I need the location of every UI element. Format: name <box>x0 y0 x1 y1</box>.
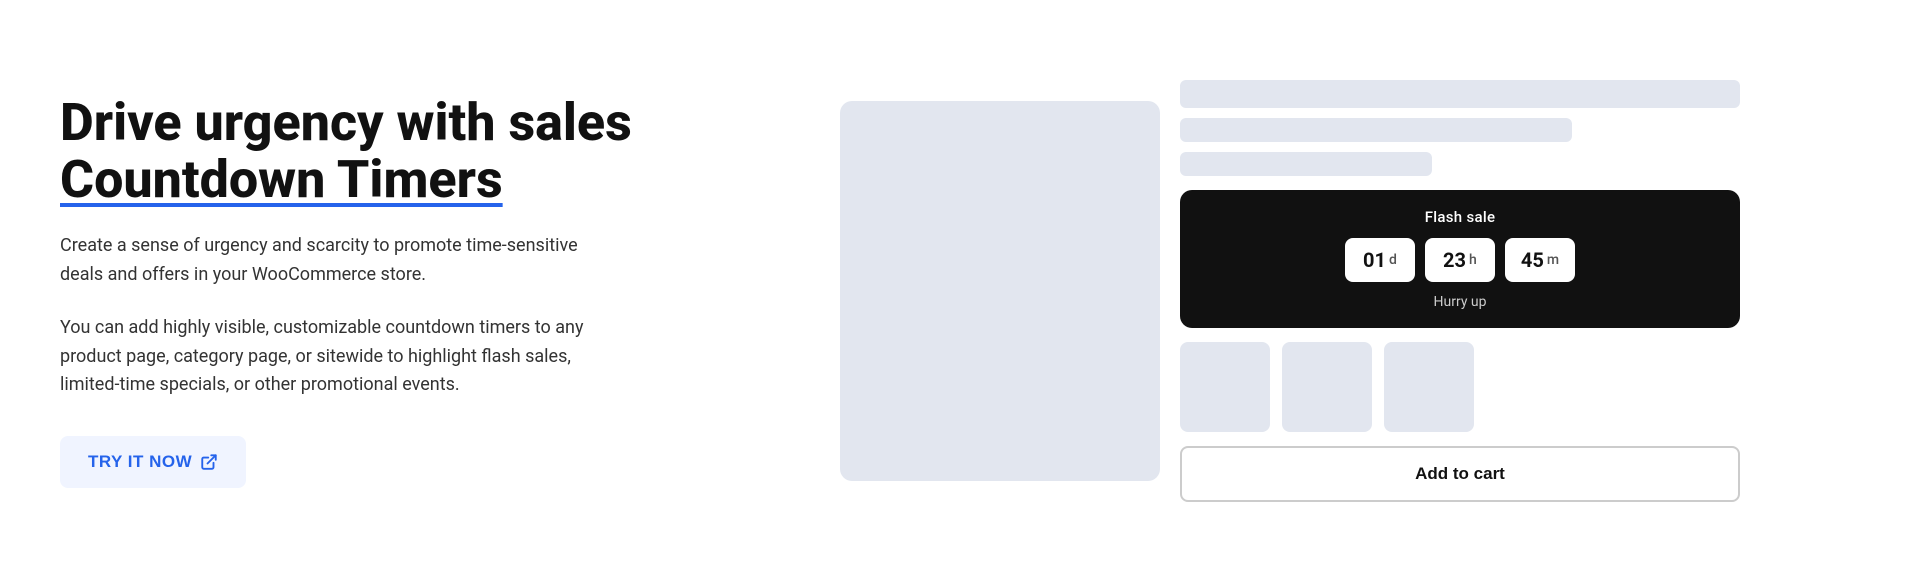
thumbnail-1 <box>1180 342 1270 432</box>
detail-bar-rating <box>1180 152 1432 176</box>
thumbnail-3 <box>1384 342 1474 432</box>
detail-bar-price <box>1180 118 1572 142</box>
try-button-label: TRY IT NOW <box>88 452 192 472</box>
timer-days-unit: d <box>1389 252 1397 268</box>
timer-hours-block: 23 h <box>1425 238 1495 282</box>
description-1: Create a sense of urgency and scarcity t… <box>60 232 620 290</box>
detail-bar-title <box>1180 80 1740 108</box>
external-link-icon <box>200 453 218 471</box>
timer-hours-unit: h <box>1469 252 1477 268</box>
timer-hours-value: 23 <box>1443 248 1466 272</box>
title-line1: Drive urgency with sales <box>60 92 632 153</box>
page-title: Drive urgency with sales Countdown Timer… <box>60 94 760 208</box>
title-line2: Countdown Timers <box>60 149 503 210</box>
left-panel: Drive urgency with sales Countdown Timer… <box>60 94 760 488</box>
thumbnail-row <box>1180 342 1474 432</box>
product-image-placeholder <box>840 101 1160 481</box>
timer-minutes-value: 45 <box>1521 248 1544 272</box>
hurry-up-text: Hurry up <box>1434 294 1487 310</box>
try-it-now-button[interactable]: TRY IT NOW <box>60 436 246 488</box>
timer-blocks: 01 d 23 h 45 m <box>1345 238 1575 282</box>
timer-days-block: 01 d <box>1345 238 1415 282</box>
timer-days-value: 01 <box>1363 248 1386 272</box>
thumbnail-2 <box>1282 342 1372 432</box>
timer-minutes-block: 45 m <box>1505 238 1575 282</box>
right-panel: Flash sale 01 d 23 h 45 m Hurry up <box>840 80 1740 502</box>
flash-sale-widget: Flash sale 01 d 23 h 45 m Hurry up <box>1180 190 1740 328</box>
page-container: Drive urgency with sales Countdown Timer… <box>0 40 1920 542</box>
flash-sale-label: Flash sale <box>1425 208 1496 226</box>
product-details-column: Flash sale 01 d 23 h 45 m Hurry up <box>1180 80 1740 502</box>
bottom-row <box>1180 338 1740 432</box>
description-2: You can add highly visible, customizable… <box>60 314 620 400</box>
add-to-cart-button[interactable]: Add to cart <box>1180 446 1740 502</box>
timer-minutes-unit: m <box>1547 252 1559 268</box>
